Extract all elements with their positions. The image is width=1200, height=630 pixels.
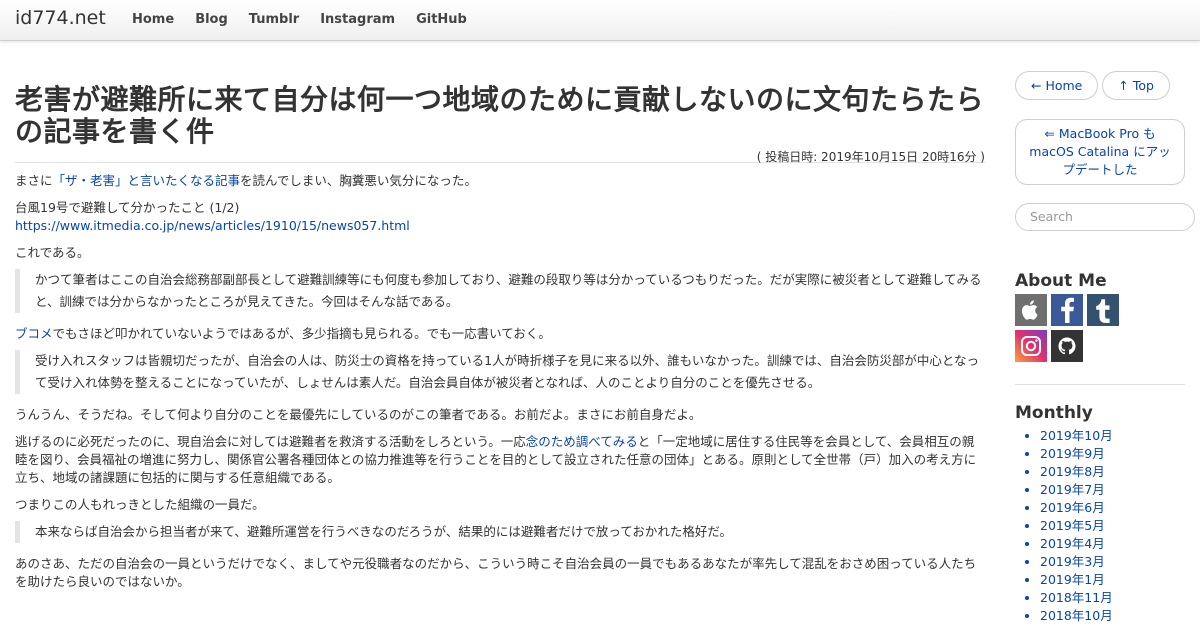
research-link[interactable]: 念のため調べてみる: [526, 434, 638, 449]
instagram-icon[interactable]: [1015, 330, 1047, 362]
sidebar: ← Home ↑ Top ⇐ MacBook Pro も macOS Catal…: [1015, 71, 1195, 625]
month-link[interactable]: 2019年7月: [1040, 481, 1195, 499]
month-link[interactable]: 2019年6月: [1040, 499, 1195, 517]
search-input[interactable]: Search: [1015, 203, 1195, 231]
p4-text: でもさほど叩かれていないようではあるが、多少指摘も見られる。でも一応書いておく。: [52, 326, 551, 341]
p1-text-after: を読んでしまい、胸糞悪い気分になった。: [240, 173, 477, 188]
paragraph-5: うんうん、そうだね。そして何より自分のことを最優先にしているのがこの筆者である。…: [15, 407, 702, 422]
github-icon[interactable]: [1051, 330, 1083, 362]
referenced-article-link[interactable]: 「ザ・老害」と言いたくなる記事: [53, 173, 241, 188]
apple-icon[interactable]: [1015, 294, 1047, 326]
nav-links: Home Blog Tumblr Instagram GitHub: [132, 12, 488, 27]
p1-text: まさに: [15, 173, 53, 188]
month-link[interactable]: 2019年4月: [1040, 535, 1195, 553]
post-date: ( 投稿日時: 2019年10月15日 20時16分 ): [756, 150, 985, 164]
paragraph-4: ブコメでもさほど叩かれていないようではあるが、多少指摘も見られる。でも一応書いて…: [15, 325, 985, 343]
month-link[interactable]: 2018年10月: [1040, 607, 1195, 625]
month-link[interactable]: 2019年1月: [1040, 571, 1195, 589]
paragraph-2: 台風19号で避難して分かったこと (1/2) https://www.itmedi…: [15, 199, 985, 235]
nav-link-home[interactable]: Home: [132, 12, 174, 27]
month-link[interactable]: 2018年11月: [1040, 589, 1195, 607]
sidebar-divider: [1015, 384, 1185, 385]
monthly-heading: Monthly: [1015, 403, 1093, 423]
bookmark-comments-link[interactable]: ブコメ: [15, 326, 53, 341]
facebook-icon[interactable]: [1051, 294, 1083, 326]
blockquote-3: 本来ならば自治会から担当者が来て、避難所運営を行うべきなのだろうが、結果的には避…: [15, 521, 985, 543]
paragraph-8: あのさあ、ただの自治会の一員というだけでなく、ましてや元役職者なのだから、こうい…: [15, 556, 977, 589]
month-link[interactable]: 2019年3月: [1040, 553, 1195, 571]
article-title: 老害が避難所に来て自分は何一つ地域のために貢献しないのに文句たらたらの記事を書く…: [15, 83, 985, 148]
tumblr-icon[interactable]: [1087, 294, 1119, 326]
nav-link-blog[interactable]: Blog: [195, 12, 228, 27]
home-button[interactable]: ← Home: [1015, 71, 1099, 100]
month-link[interactable]: 2019年9月: [1040, 445, 1195, 463]
top-navbar: id774.net Home Blog Tumblr Instagram Git…: [0, 0, 1200, 41]
month-link[interactable]: 2019年8月: [1040, 463, 1195, 481]
nav-link-github[interactable]: GitHub: [416, 12, 467, 27]
source-url-link[interactable]: https://www.itmedia.co.jp/news/articles/…: [15, 218, 410, 233]
paragraph-6: 逃げるのに必死だったのに、現自治会に対しては避難者を救済する活動をしろという。一…: [15, 433, 985, 487]
p6-text: 逃げるのに必死だったのに、現自治会に対しては避難者を救済する活動をしろという。一…: [15, 434, 526, 449]
blockquote-2: 受け入れスタッフは皆親切だったが、自治会の人は、防災士の資格を持っている1人が時…: [15, 350, 985, 394]
month-link[interactable]: 2019年10月: [1040, 427, 1195, 445]
social-icons: [1015, 294, 1195, 362]
nav-link-instagram[interactable]: Instagram: [320, 12, 395, 27]
top-button[interactable]: ↑ Top: [1102, 71, 1170, 100]
paragraph-3: これである。: [15, 245, 90, 260]
site-brand[interactable]: id774.net: [15, 7, 106, 29]
source-title: 台風19号で避難して分かったこと (1/2): [15, 200, 240, 215]
sidebar-nav-buttons: ← Home ↑ Top: [1015, 71, 1195, 100]
paragraph-1: まさに「ザ・老害」と言いたくなる記事を読んでしまい、胸糞悪い気分になった。: [15, 172, 985, 190]
blockquote-1: かつて筆者はここの自治会総務部副部長として避難訓練等にも何度も参加しており、避難…: [15, 269, 985, 313]
month-link[interactable]: 2019年5月: [1040, 517, 1195, 535]
article: 老害が避難所に来て自分は何一つ地域のために貢献しないのに文句たらたらの記事を書く…: [15, 84, 985, 600]
paragraph-7: つまりこの人もれっきとした組織の一員だ。: [15, 497, 265, 512]
monthly-archive-list: 2019年10月 2019年9月 2019年8月 2019年7月 2019年6月…: [1015, 427, 1195, 625]
about-heading: About Me: [1015, 271, 1107, 291]
previous-post-button[interactable]: ⇐ MacBook Pro も macOS Catalina にアップデートした: [1015, 119, 1185, 185]
nav-link-tumblr[interactable]: Tumblr: [249, 12, 299, 27]
